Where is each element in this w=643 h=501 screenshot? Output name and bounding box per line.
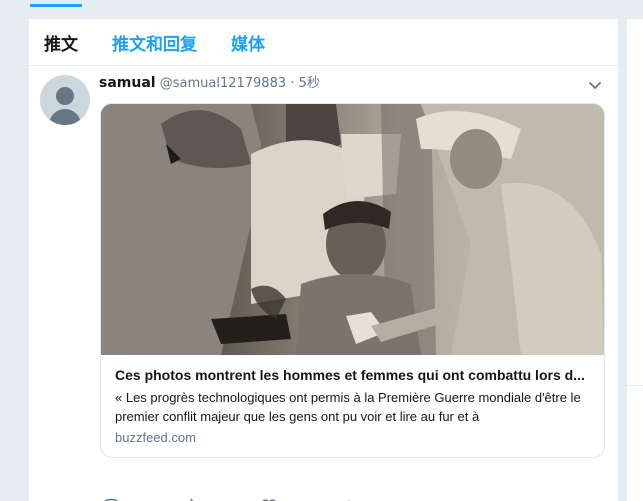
header-separator: ·	[290, 76, 295, 91]
sidebar-divider	[627, 385, 643, 386]
tab-tweets-and-replies[interactable]: 推文和回复	[112, 30, 197, 55]
card-description: « Les progrès technologiques ont permis …	[115, 390, 581, 424]
tweet-timestamp[interactable]: 5秒	[299, 76, 320, 91]
speech-bubble-icon[interactable]	[101, 496, 121, 501]
retweet-arrows-icon[interactable]	[180, 496, 200, 501]
tweet-header: samual @samual12179883 · 5秒	[99, 74, 320, 93]
display-name[interactable]: samual	[99, 75, 156, 91]
timeline-tabs: 推文 推文和回复 媒体	[29, 19, 618, 66]
avatar-body-shape	[49, 109, 81, 125]
card-title: Ces photos montrent les hommes et femmes…	[115, 367, 585, 383]
user-handle[interactable]: @samual12179883	[160, 76, 286, 91]
avatar[interactable]	[40, 75, 90, 125]
card-image	[101, 104, 604, 355]
tweet[interactable]: samual @samual12179883 · 5秒 Ces photos m…	[29, 66, 618, 501]
heart-icon[interactable]	[259, 496, 279, 501]
link-preview-card[interactable]: Ces photos montrent les hommes et femmes…	[100, 103, 605, 458]
tab-tweets[interactable]: 推文	[44, 30, 78, 55]
profile-timeline: 推文 推文和回复 媒体 samual @samual12179883 · 5秒	[29, 19, 618, 501]
card-domain: buzzfeed.com	[115, 430, 196, 445]
chevron-down-icon[interactable]	[588, 78, 602, 92]
avatar-head-shape	[56, 87, 74, 105]
right-sidebar-edge	[627, 19, 643, 501]
bar-chart-icon[interactable]	[339, 496, 359, 501]
top-bar	[0, 0, 643, 8]
tab-media[interactable]: 媒体	[231, 30, 265, 55]
active-nav-indicator	[30, 4, 82, 7]
